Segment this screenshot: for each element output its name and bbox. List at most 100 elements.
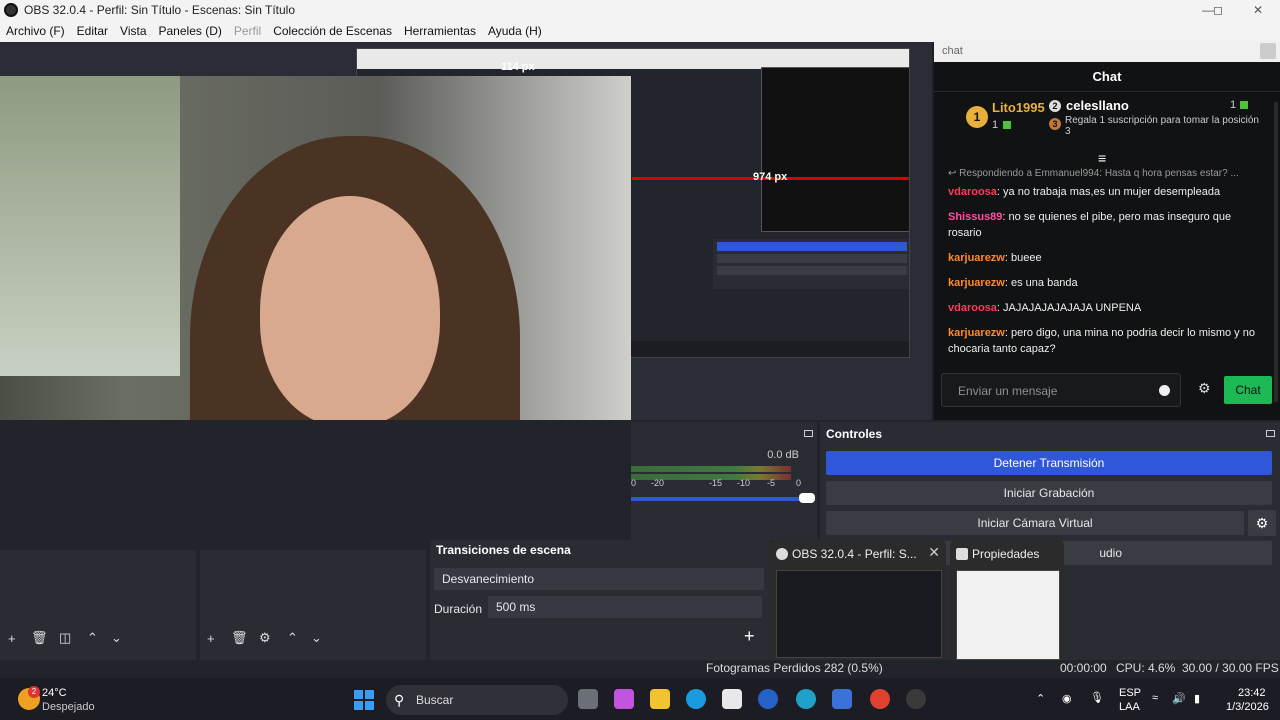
chat-text: : JAJAJAJAJAJAJA UNPENA	[996, 302, 1142, 314]
add-transition-icon[interactable]: +	[744, 626, 755, 647]
wifi-icon[interactable]: ≈	[1152, 692, 1158, 704]
chrome-icon[interactable]	[870, 689, 890, 709]
language-code[interactable]: ESP	[1119, 687, 1141, 699]
move-up-icon[interactable]: ⌃	[287, 630, 298, 646]
dock-close-icon[interactable]	[1260, 43, 1276, 59]
menu-ayuda[interactable]: Ayuda (H)	[482, 24, 548, 38]
copilot-icon[interactable]	[614, 689, 634, 709]
scale-tick: -10	[737, 478, 751, 488]
obs-logo-icon	[4, 3, 18, 17]
transition-select[interactable]: Desvanecimiento	[434, 568, 764, 590]
chat-send-button[interactable]: Chat	[1224, 376, 1272, 404]
remove-scene-icon[interactable]: 🗑	[31, 630, 48, 646]
start-button-windows-icon[interactable]	[354, 690, 374, 710]
obs-logo-icon	[776, 548, 788, 560]
add-scene-icon[interactable]: +	[8, 631, 16, 646]
duration-input[interactable]: 500 ms	[488, 596, 762, 618]
obs-taskbar-icon[interactable]	[906, 689, 926, 709]
weather-alert-badge: 2	[28, 686, 40, 698]
menu-archivo[interactable]: Archivo (F)	[0, 24, 71, 38]
weather-condition: Despejado	[42, 701, 95, 713]
nested-controls	[713, 239, 909, 289]
properties-window-thumbnail[interactable]: Propiedades	[950, 540, 1064, 666]
menu-perfil[interactable]: Perfil	[228, 24, 267, 38]
app-icon[interactable]	[796, 689, 816, 709]
status-bar: Fotogramas Perdidos 282 (0.5%) 00:00:00 …	[0, 660, 1280, 678]
hp-icon[interactable]	[758, 689, 778, 709]
maximize-icon[interactable]: ◻	[1198, 0, 1238, 20]
battery-icon[interactable]: ▮	[1194, 692, 1200, 705]
keyboard-layout[interactable]: LAA	[1119, 701, 1140, 713]
chat-message: vdaroosa: ya no trabaja mas,es un mujer …	[948, 184, 1260, 200]
move-up-icon[interactable]: ⌃	[87, 630, 98, 646]
menu-vista[interactable]: Vista	[114, 24, 152, 38]
leader-2-name[interactable]: celesllano	[1066, 98, 1129, 113]
menu-paneles[interactable]: Paneles (D)	[153, 24, 228, 38]
taskbar-search[interactable]: ⚲ Buscar	[386, 685, 568, 715]
source-properties-gear-icon[interactable]: ⚙	[259, 630, 271, 646]
measure-right-label: 974 px	[753, 171, 788, 183]
chat-username[interactable]: karjuarezw	[948, 252, 1005, 264]
chat-settings-gear-icon[interactable]: ⚙	[1198, 380, 1211, 397]
measure-top-label: 114 px	[501, 61, 535, 73]
windows-taskbar: 2 24°C Despejado ⚲ Buscar ⌃ ◉ 🎙 ESP LAA …	[0, 680, 1280, 720]
leader-1-name[interactable]: Lito1995	[992, 100, 1045, 115]
add-source-icon[interactable]: +	[207, 631, 215, 646]
move-down-icon[interactable]: ⌄	[111, 630, 122, 646]
volume-icon[interactable]: 🔊	[1172, 692, 1186, 705]
search-icon: ⚲	[394, 692, 405, 708]
menu-editar[interactable]: Editar	[71, 24, 114, 38]
dropped-frames: Fotogramas Perdidos 282 (0.5%)	[706, 661, 883, 675]
leader-2-count: 1	[1230, 99, 1237, 111]
show-hidden-icons-chevron-icon[interactable]: ⌃	[1036, 692, 1045, 705]
chat-messages: ↩ Respondiendo a Emmanuel994: Hasta q ho…	[934, 166, 1274, 366]
move-down-icon[interactable]: ⌄	[311, 630, 322, 646]
edge-icon[interactable]	[686, 689, 706, 709]
chat-message-input[interactable]: Enviar un mensaje	[941, 373, 1181, 407]
start-virtual-camera-button[interactable]: Iniciar Cámara Virtual	[826, 511, 1244, 535]
chat-dock: chat Chat 1 Lito1995 1 2 celesllano 1 3 …	[934, 40, 1280, 420]
weather-temperature[interactable]: 24°C	[42, 687, 67, 699]
chat-username[interactable]: vdaroosa	[948, 302, 997, 314]
background-window	[0, 76, 180, 376]
virtual-camera-settings-gear-icon[interactable]: ⚙	[1248, 510, 1276, 536]
chat-username[interactable]: Shissus89	[948, 211, 1002, 223]
scene-filters-icon[interactable]: ◫	[59, 630, 71, 646]
stop-stream-button[interactable]: Detener Transmisión	[826, 451, 1272, 475]
dock-float-icon[interactable]	[804, 430, 813, 437]
scale-tick: 0	[796, 478, 802, 488]
file-explorer-icon[interactable]	[650, 689, 670, 709]
rank-3-medal-icon: 3	[1049, 118, 1061, 130]
menu-herramientas[interactable]: Herramientas	[398, 24, 482, 38]
sources-dock: + 🗑 ⚙ ⌃ ⌄	[200, 550, 426, 660]
thumbnail-close-icon[interactable]: ✕	[928, 544, 940, 561]
cpu-usage: CPU: 4.6%	[1116, 661, 1176, 675]
collapse-chevron-icon[interactable]: ≡	[1098, 150, 1106, 166]
clock-time[interactable]: 23:42	[1238, 687, 1266, 699]
nested-chat	[761, 67, 909, 232]
nested-taskbar	[631, 341, 909, 357]
dock-float-icon[interactable]	[1266, 430, 1275, 437]
volume-slider[interactable]	[631, 493, 815, 503]
task-view-icon[interactable]	[578, 689, 598, 709]
microphone-icon[interactable]: 🎙	[1090, 691, 1104, 704]
close-icon[interactable]: ✕	[1238, 0, 1278, 20]
rank-1-medal-icon: 1	[966, 106, 988, 128]
chat-username[interactable]: karjuarezw	[948, 277, 1005, 289]
network-status-icon[interactable]: ◉	[1062, 692, 1072, 705]
chat-username[interactable]: karjuarezw	[948, 327, 1005, 339]
volume-slider-handle[interactable]	[799, 493, 815, 503]
chat-scrollbar[interactable]	[1274, 102, 1278, 402]
start-recording-button[interactable]: Iniciar Grabación	[826, 481, 1272, 505]
remove-source-icon[interactable]: 🗑	[231, 630, 248, 646]
menu-coleccion[interactable]: Colección de Escenas	[267, 24, 398, 38]
chat-message: karjuarezw: pero digo, una mina no podri…	[948, 325, 1260, 357]
app-icon[interactable]	[832, 689, 852, 709]
emoji-icon[interactable]	[1159, 385, 1170, 396]
gift-leaderboard: 1 Lito1995 1 2 celesllano 1 3 Regala 1 s…	[934, 92, 1280, 152]
store-icon[interactable]	[722, 689, 742, 709]
chat-message: karjuarezw: es una banda	[948, 275, 1260, 291]
obs-window-thumbnail[interactable]: OBS 32.0.4 - Perfil: S... ✕	[770, 540, 946, 666]
clock-date[interactable]: 1/3/2026	[1226, 701, 1269, 713]
chat-username[interactable]: vdaroosa	[948, 186, 997, 198]
